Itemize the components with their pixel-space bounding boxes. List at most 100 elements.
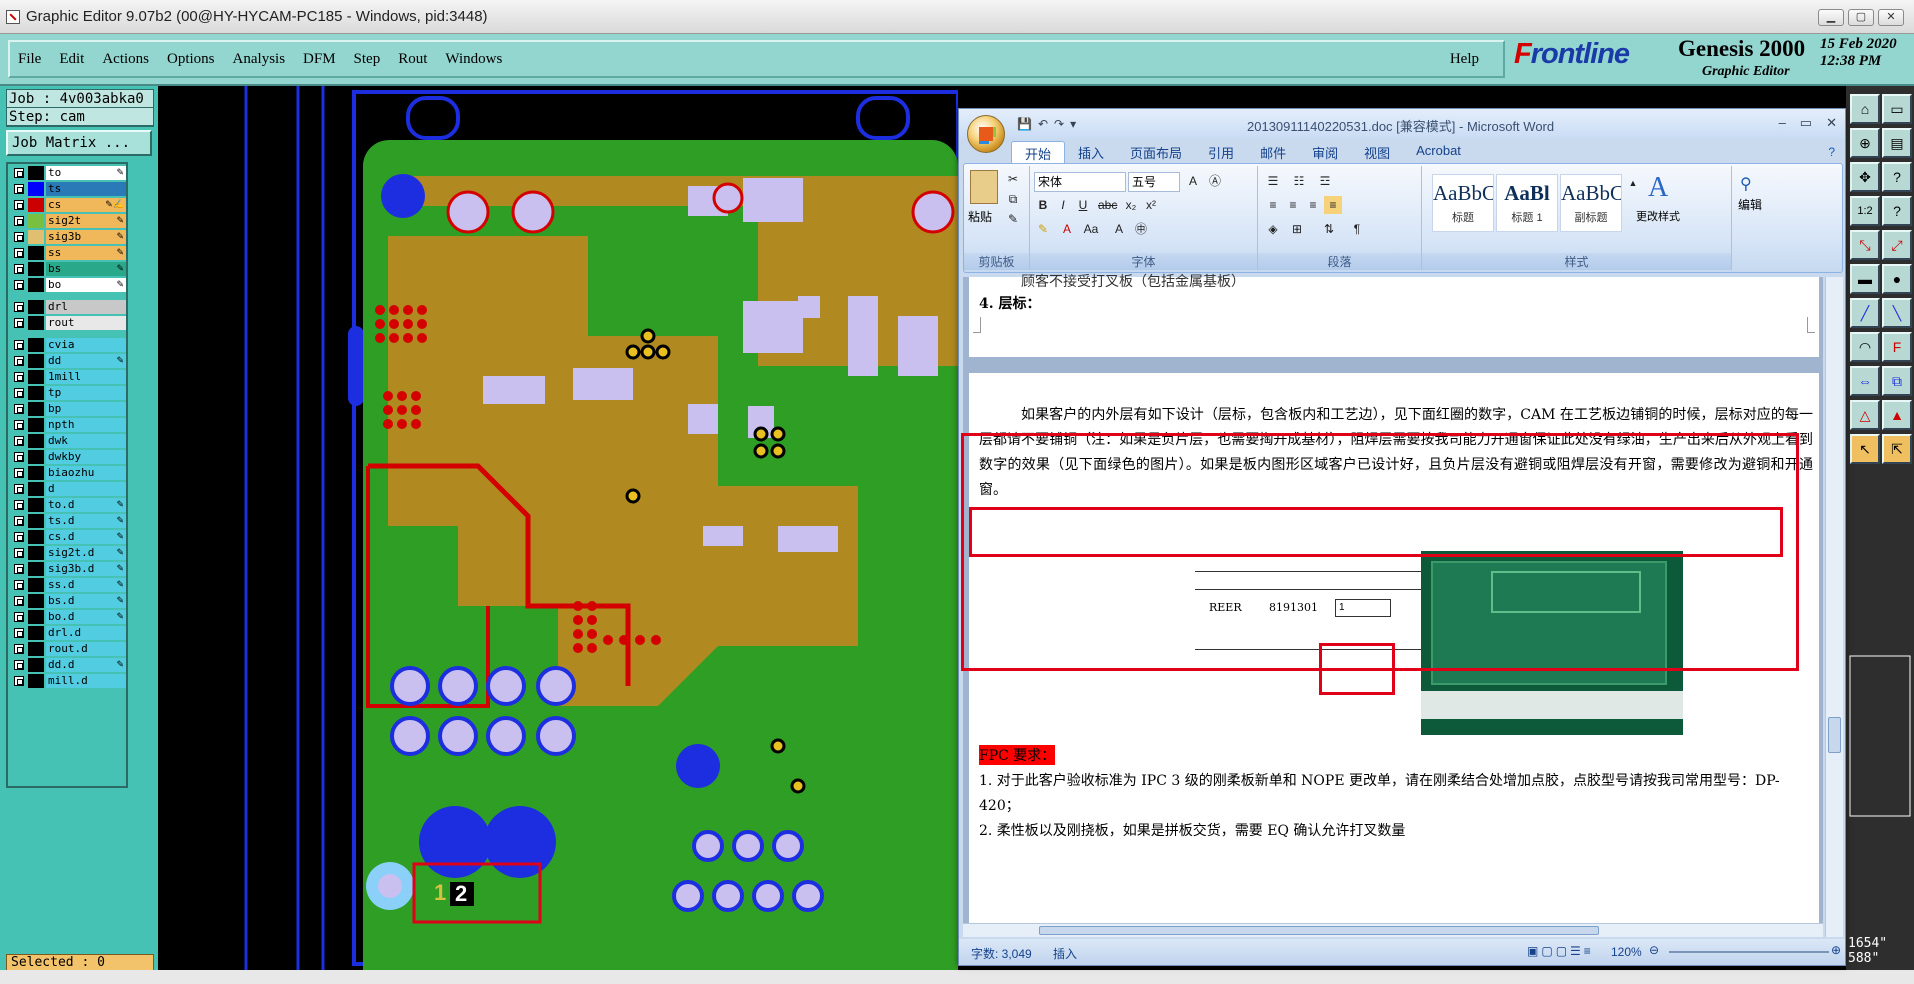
layer-color-swatch[interactable] — [28, 262, 44, 276]
layer-name[interactable]: ss — [46, 246, 126, 260]
highlight-icon[interactable]: ✎ — [1034, 220, 1052, 238]
layer-name[interactable]: dwk — [46, 434, 126, 448]
menu-windows[interactable]: Windows — [445, 51, 502, 68]
layer-color-swatch[interactable] — [28, 642, 44, 656]
bullets-icon[interactable]: ☰ — [1264, 172, 1282, 190]
layer-name[interactable]: sig3b — [46, 230, 126, 244]
zoom-in-icon[interactable]: ⊕ — [1831, 943, 1841, 957]
layer-row[interactable]: dwk — [10, 434, 128, 448]
layer-checkbox[interactable] — [14, 436, 24, 446]
cut-icon[interactable]: ✂ — [1004, 170, 1022, 188]
layer-row[interactable]: drl.d — [10, 626, 128, 640]
layer-checkbox[interactable] — [14, 676, 24, 686]
layer-row[interactable]: sig2t ✎ — [10, 214, 128, 228]
align-center-icon[interactable]: ≡ — [1284, 196, 1302, 214]
horizontal-scroll-thumb[interactable] — [1039, 926, 1599, 935]
superscript-icon[interactable]: x² — [1142, 196, 1160, 214]
layer-color-swatch[interactable] — [28, 166, 44, 180]
tool-zoom-icon[interactable]: ⌂ — [1850, 94, 1880, 124]
layer-color-swatch[interactable] — [28, 610, 44, 624]
change-styles-icon[interactable]: A — [1648, 172, 1668, 204]
style-heading[interactable]: AaBbC 标题 — [1432, 174, 1494, 232]
save-icon[interactable]: 💾 — [1017, 117, 1032, 131]
font-name-select[interactable]: 宋体 — [1034, 172, 1126, 192]
vertical-scrollbar[interactable] — [1825, 277, 1843, 937]
layer-color-swatch[interactable] — [28, 562, 44, 576]
layer-row[interactable]: drl — [10, 300, 128, 314]
layer-row[interactable]: bp — [10, 402, 128, 416]
layer-color-swatch[interactable] — [28, 246, 44, 260]
layer-row[interactable]: rout.d — [10, 642, 128, 656]
layer-color-swatch[interactable] — [28, 674, 44, 688]
redo-icon[interactable]: ↷ — [1054, 117, 1064, 131]
layer-name[interactable]: sig2t — [46, 214, 126, 228]
layer-color-swatch[interactable] — [28, 626, 44, 640]
subscript-icon[interactable]: x₂ — [1122, 196, 1140, 214]
tab-references[interactable]: 引用 — [1195, 141, 1247, 163]
paste-button[interactable]: 粘贴 — [968, 208, 992, 225]
tool-move-icon[interactable]: ⇔ — [1850, 366, 1880, 396]
layer-name[interactable]: bs — [46, 262, 126, 276]
layer-row[interactable]: cs.d ✎ — [10, 530, 128, 544]
full-screen-icon[interactable]: ▢ — [1541, 944, 1552, 958]
layer-name[interactable]: rout — [46, 316, 126, 330]
tool-pan-icon[interactable]: ✥ — [1850, 162, 1880, 192]
layer-checkbox[interactable] — [14, 168, 24, 178]
layer-row[interactable]: ss ✎ — [10, 246, 128, 260]
layer-color-swatch[interactable] — [28, 402, 44, 416]
layer-row[interactable]: d — [10, 482, 128, 496]
tool-copy-icon[interactable]: ⧉ — [1882, 366, 1912, 396]
word-close-button[interactable]: ✕ — [1826, 115, 1837, 131]
layer-checkbox[interactable] — [14, 612, 24, 622]
layer-checkbox[interactable] — [14, 660, 24, 670]
web-layout-icon[interactable]: ▢ — [1556, 944, 1567, 958]
office-button[interactable] — [967, 115, 1005, 153]
layer-row[interactable]: cs ✎✍ — [10, 198, 128, 212]
layer-color-swatch[interactable] — [28, 466, 44, 480]
zoom-out-icon[interactable]: ⊖ — [1649, 943, 1659, 957]
layer-color-swatch[interactable] — [28, 198, 44, 212]
tool-select-icon[interactable]: ▤ — [1882, 128, 1912, 158]
layer-name[interactable]: to — [46, 166, 126, 180]
shading-icon[interactable]: ◈ — [1264, 220, 1282, 238]
font-color-icon[interactable]: A — [1058, 220, 1076, 238]
tool-zoom-in-icon[interactable]: ⊕ — [1850, 128, 1880, 158]
font-size-select[interactable]: 五号 — [1128, 172, 1180, 192]
layer-name[interactable]: drl.d — [46, 626, 126, 640]
change-styles-button[interactable]: 更改样式 — [1636, 208, 1680, 224]
undo-icon[interactable]: ↶ — [1038, 117, 1048, 131]
draft-icon[interactable]: ≡ — [1584, 944, 1591, 958]
multilevel-icon[interactable]: ☲ — [1316, 172, 1334, 190]
layer-name[interactable]: dd.d — [46, 658, 126, 672]
layer-color-swatch[interactable] — [28, 354, 44, 368]
styles-scroll-icon[interactable]: ▲ — [1624, 174, 1642, 192]
layer-name[interactable]: dd — [46, 354, 126, 368]
edit-button[interactable]: 编辑 — [1738, 196, 1762, 213]
layer-name[interactable]: 1mill — [46, 370, 126, 384]
layer-name[interactable]: biaozhu — [46, 466, 126, 480]
layer-name[interactable]: bs.d — [46, 594, 126, 608]
paste-icon[interactable] — [970, 170, 998, 204]
layer-checkbox[interactable] — [14, 468, 24, 478]
layer-color-swatch[interactable] — [28, 370, 44, 384]
enclose-char-icon[interactable]: ㊥ — [1132, 220, 1150, 238]
tool-pointer2-icon[interactable]: ⇱ — [1882, 434, 1912, 464]
layer-color-swatch[interactable] — [28, 658, 44, 672]
layer-checkbox[interactable] — [14, 580, 24, 590]
tool-ratio-icon[interactable]: 1:2 — [1850, 196, 1880, 226]
layer-row[interactable]: sig3b ✎ — [10, 230, 128, 244]
align-left-icon[interactable]: ≡ — [1264, 196, 1282, 214]
layer-checkbox[interactable] — [14, 264, 24, 274]
layer-name[interactable]: dwkby — [46, 450, 126, 464]
layer-checkbox[interactable] — [14, 200, 24, 210]
layer-checkbox[interactable] — [14, 280, 24, 290]
layer-name[interactable]: rout.d — [46, 642, 126, 656]
layer-row[interactable]: mill.d — [10, 674, 128, 688]
layer-row[interactable]: ts — [10, 182, 128, 196]
layer-name[interactable]: to.d — [46, 498, 126, 512]
layer-name[interactable]: cs.d — [46, 530, 126, 544]
layer-checkbox[interactable] — [14, 184, 24, 194]
tab-mailings[interactable]: 邮件 — [1247, 141, 1299, 163]
align-right-icon[interactable]: ≡ — [1304, 196, 1322, 214]
layer-color-swatch[interactable] — [28, 434, 44, 448]
